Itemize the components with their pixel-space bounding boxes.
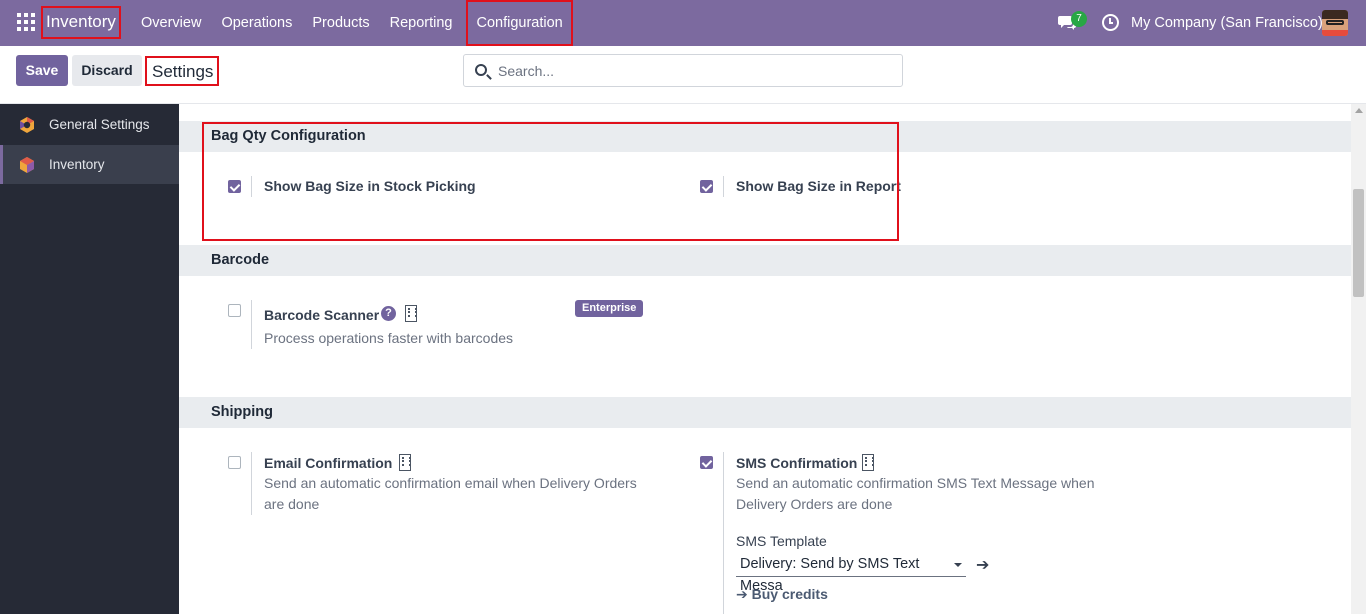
email-confirmation-description: are done [264,496,320,512]
sms-confirmation-description: Delivery Orders are done [736,496,893,512]
buy-credits-link[interactable]: ➔ Buy credits [736,586,828,603]
settings-sidebar: General Settings Inventory [0,104,179,614]
control-panel: Save Discard Settings [0,46,1366,104]
enterprise-badge[interactable]: Enterprise [575,300,644,317]
buy-credits-label: Buy credits [751,586,828,602]
email-confirmation-checkbox[interactable] [228,456,241,469]
show-bag-size-picking-label: Show Bag Size in Stock Picking [264,178,476,194]
apps-menu-icon[interactable] [17,13,35,31]
divider [251,176,252,197]
menu-reporting[interactable]: Reporting [380,0,463,46]
sidebar-item-label: Inventory [49,157,105,172]
discard-button[interactable]: Discard [72,55,142,86]
help-icon[interactable]: ? [381,306,396,321]
sidebar-item-general-settings[interactable]: General Settings [0,105,179,144]
menu-overview[interactable]: Overview [131,0,211,46]
menu-operations[interactable]: Operations [211,0,302,46]
save-button[interactable]: Save [16,55,68,86]
section-barcode-header: Barcode [179,245,1351,276]
show-bag-size-report-checkbox[interactable] [700,180,713,193]
sms-template-select[interactable]: Delivery: Send by SMS Text Messa [736,553,966,594]
menu-configuration[interactable]: Configuration [466,0,573,46]
arrow-right-icon[interactable]: ➔ [976,555,989,575]
scroll-up-arrow-icon[interactable] [1355,108,1363,113]
section-bag-qty-header: Bag Qty Configuration [179,121,1351,152]
activity-clock-icon[interactable] [1102,14,1119,31]
vertical-scrollbar[interactable] [1351,104,1366,614]
menu-products[interactable]: Products [302,0,379,46]
barcode-scanner-label: Barcode Scanner [264,307,380,323]
email-confirmation-description: Send an automatic confirmation email whe… [264,475,637,491]
company-building-icon [862,454,874,471]
main-menu: Overview Operations Products Reporting C… [131,0,573,46]
show-bag-size-picking-checkbox[interactable] [228,180,241,193]
arrow-right-icon: ➔ [736,586,752,602]
divider [723,452,724,614]
sms-confirmation-description: Send an automatic confirmation SMS Text … [736,475,1095,491]
inventory-app-icon [20,157,34,173]
sms-confirmation-checkbox[interactable] [700,456,713,469]
barcode-scanner-checkbox[interactable] [228,304,241,317]
divider [723,176,724,197]
company-building-icon [399,454,411,471]
barcode-scanner-description: Process operations faster with barcodes [264,330,514,346]
company-building-icon [405,305,417,322]
top-navbar: Inventory Overview Operations Products R… [0,0,1366,46]
email-confirmation-label: Email Confirmation [264,455,393,471]
chevron-down-icon [954,563,962,567]
sidebar-item-inventory[interactable]: Inventory [0,145,179,184]
section-title: Bag Qty Configuration [211,128,366,144]
scrollbar-thumb[interactable] [1353,189,1364,297]
sidebar-item-label: General Settings [49,117,150,132]
sms-template-label: SMS Template [736,533,827,549]
chat-count-badge: 7 [1071,11,1087,27]
user-avatar[interactable] [1322,10,1348,36]
show-bag-size-report-label: Show Bag Size in Report [736,178,901,194]
divider [251,300,252,349]
company-switcher[interactable]: My Company (San Francisco) [1131,0,1323,46]
odoo-settings-icon [20,117,34,133]
search-icon [475,64,487,76]
search-bar[interactable] [463,54,903,87]
search-input[interactable] [498,55,898,86]
settings-content: Bag Qty Configuration Show Bag Size in S… [179,104,1351,614]
section-title: Shipping [211,404,274,420]
page-title: Settings [145,56,219,86]
section-shipping-header: Shipping [179,397,1351,428]
divider [251,452,252,515]
section-title: Barcode [211,252,270,268]
sms-confirmation-label: SMS Confirmation [736,455,858,471]
app-title[interactable]: Inventory [41,6,121,39]
